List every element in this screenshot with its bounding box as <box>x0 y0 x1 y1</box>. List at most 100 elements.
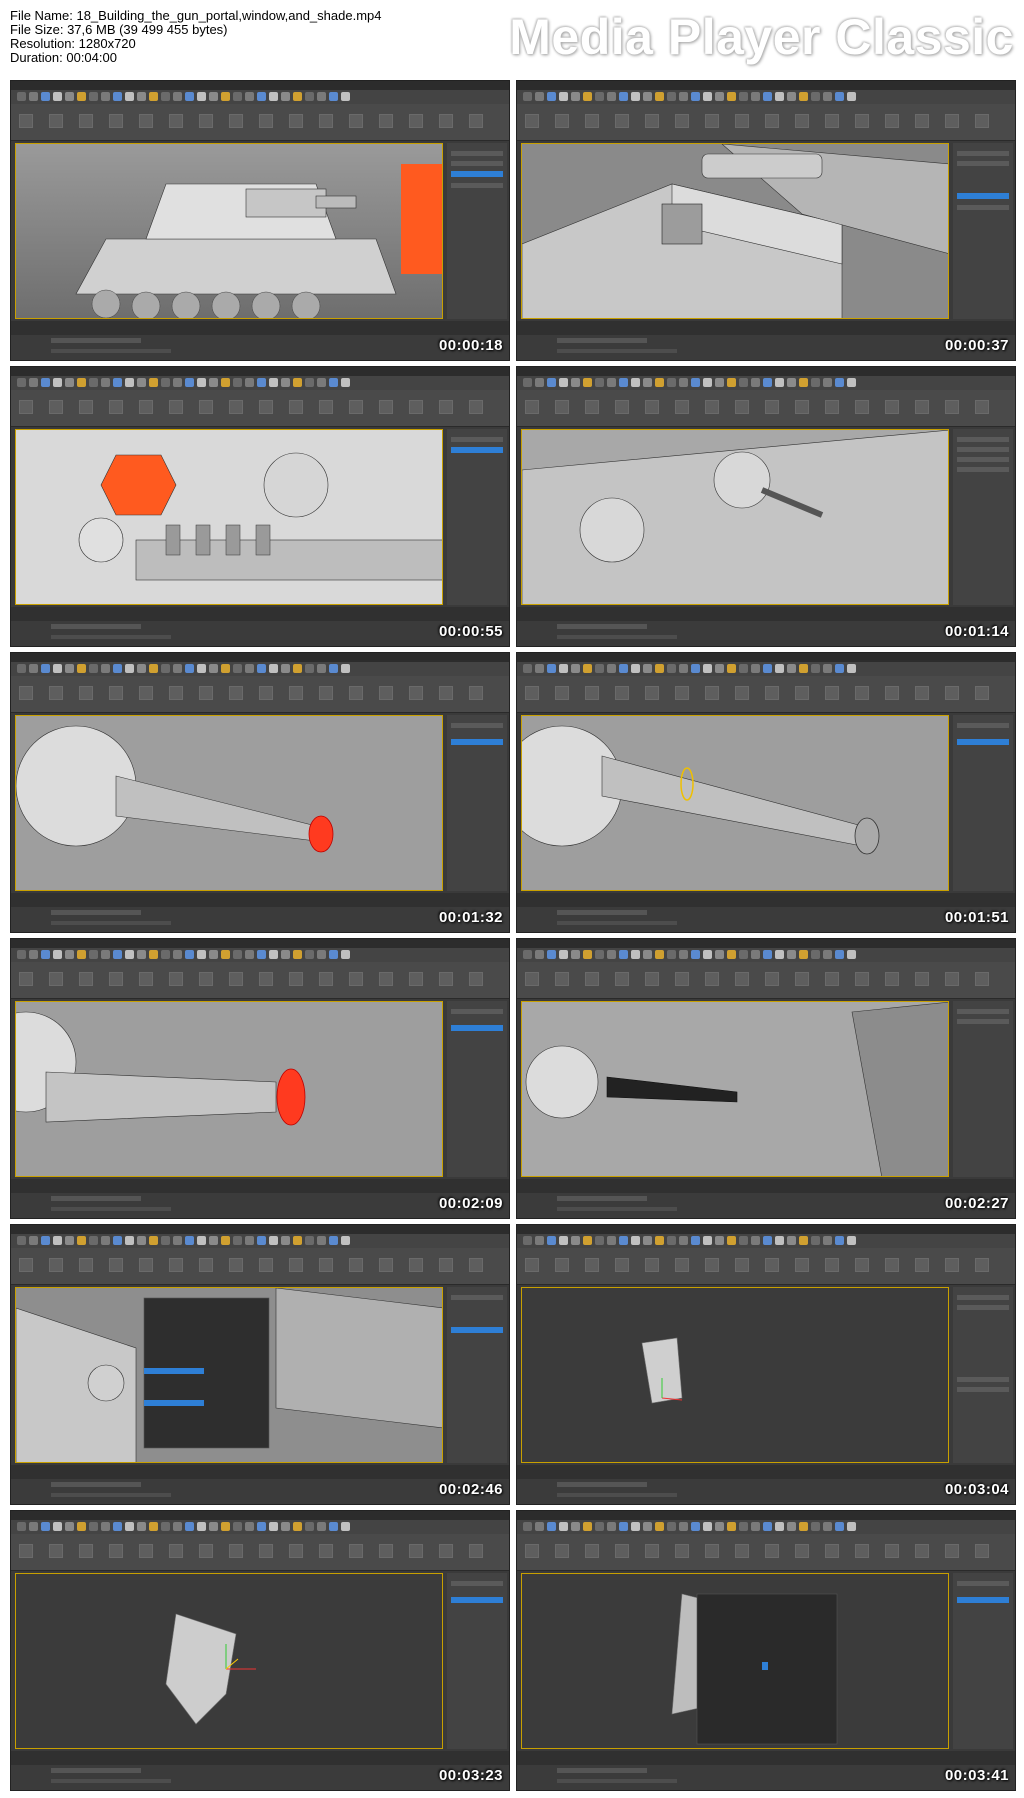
ribbon-tool-icon[interactable] <box>915 400 929 414</box>
toolbar-icon[interactable] <box>341 92 350 101</box>
toolbar-icon[interactable] <box>787 664 796 673</box>
toolbar-icon[interactable] <box>679 664 688 673</box>
ribbon-tool-icon[interactable] <box>945 400 959 414</box>
ribbon-tool-icon[interactable] <box>229 400 243 414</box>
toolbar-icon[interactable] <box>149 664 158 673</box>
time-slider[interactable] <box>11 607 509 621</box>
ribbon-tool-icon[interactable] <box>885 686 899 700</box>
ribbon-tool-icon[interactable] <box>409 1258 423 1272</box>
toolbar-icon[interactable] <box>679 950 688 959</box>
toolbar-icon[interactable] <box>823 1522 832 1531</box>
ribbon-tool-icon[interactable] <box>825 1258 839 1272</box>
toolbar-icon[interactable] <box>161 664 170 673</box>
toolbar-icon[interactable] <box>775 664 784 673</box>
toolbar-icon[interactable] <box>101 378 110 387</box>
toolbar-icon[interactable] <box>523 92 532 101</box>
toolbar-icon[interactable] <box>149 378 158 387</box>
toolbar-icon[interactable] <box>41 1522 50 1531</box>
ribbon-tool-icon[interactable] <box>139 1544 153 1558</box>
ribbon-tool-icon[interactable] <box>825 972 839 986</box>
toolbar-icon[interactable] <box>89 664 98 673</box>
ribbon-tool-icon[interactable] <box>349 686 363 700</box>
toolbar-icon[interactable] <box>811 950 820 959</box>
ribbon-tool-icon[interactable] <box>825 114 839 128</box>
toolbar-icon[interactable] <box>607 1236 616 1245</box>
toolbar-icon[interactable] <box>547 664 556 673</box>
ribbon-tool-icon[interactable] <box>795 1544 809 1558</box>
thumbnail-2[interactable]: 00:00:37 <box>516 80 1016 361</box>
toolbar-icon[interactable] <box>221 664 230 673</box>
toolbar-icon[interactable] <box>137 664 146 673</box>
toolbar-icon[interactable] <box>847 950 856 959</box>
ribbon-tool-icon[interactable] <box>735 686 749 700</box>
viewport[interactable] <box>15 1573 443 1749</box>
ribbon-tool-icon[interactable] <box>765 400 779 414</box>
ribbon-tool-icon[interactable] <box>229 1544 243 1558</box>
ribbon-tool-icon[interactable] <box>319 972 333 986</box>
ribbon-tool-icon[interactable] <box>319 686 333 700</box>
toolbar-icon[interactable] <box>293 1522 302 1531</box>
toolbar-icon[interactable] <box>799 950 808 959</box>
ribbon-tool-icon[interactable] <box>169 400 183 414</box>
toolbar-icon[interactable] <box>523 664 532 673</box>
ribbon-tool-icon[interactable] <box>19 972 33 986</box>
command-panel[interactable] <box>953 143 1013 319</box>
ribbon-tool-icon[interactable] <box>19 400 33 414</box>
ribbon-tool-icon[interactable] <box>945 972 959 986</box>
toolbar-icon[interactable] <box>281 664 290 673</box>
ribbon-tool-icon[interactable] <box>49 1258 63 1272</box>
toolbar-icon[interactable] <box>65 378 74 387</box>
toolbar-icon[interactable] <box>233 1236 242 1245</box>
ribbon-tool-icon[interactable] <box>885 1258 899 1272</box>
ribbon-tool-icon[interactable] <box>735 400 749 414</box>
toolbar-icon[interactable] <box>583 1522 592 1531</box>
toolbar-icon[interactable] <box>317 92 326 101</box>
toolbar-icon[interactable] <box>125 92 134 101</box>
thumbnail-4[interactable]: 00:01:14 <box>516 366 1016 647</box>
ribbon-tool-icon[interactable] <box>19 1258 33 1272</box>
toolbar-icon[interactable] <box>643 1236 652 1245</box>
ribbon-tool-icon[interactable] <box>379 400 393 414</box>
ribbon-tool-icon[interactable] <box>49 972 63 986</box>
toolbar-icon[interactable] <box>607 92 616 101</box>
toolbar-icon[interactable] <box>751 92 760 101</box>
ribbon-tool-icon[interactable] <box>975 686 989 700</box>
ribbon-tool-icon[interactable] <box>795 114 809 128</box>
toolbar-icon[interactable] <box>41 1236 50 1245</box>
viewport[interactable] <box>15 1287 443 1463</box>
toolbar-icon[interactable] <box>233 1522 242 1531</box>
ribbon-tool-icon[interactable] <box>109 1544 123 1558</box>
toolbar-icon[interactable] <box>245 950 254 959</box>
toolbar-icon[interactable] <box>595 378 604 387</box>
ribbon-tool-icon[interactable] <box>735 1544 749 1558</box>
toolbar-icon[interactable] <box>77 664 86 673</box>
toolbar-icon[interactable] <box>763 950 772 959</box>
toolbar-icon[interactable] <box>281 378 290 387</box>
toolbar-icon[interactable] <box>293 664 302 673</box>
toolbar-icon[interactable] <box>691 950 700 959</box>
ribbon-tool-icon[interactable] <box>379 1258 393 1272</box>
toolbar-icon[interactable] <box>221 1236 230 1245</box>
toolbar-icon[interactable] <box>53 92 62 101</box>
toolbar-icon[interactable] <box>655 378 664 387</box>
ribbon-tool-icon[interactable] <box>825 1544 839 1558</box>
toolbar-icon[interactable] <box>691 1236 700 1245</box>
toolbar-icon[interactable] <box>655 950 664 959</box>
toolbar-icon[interactable] <box>811 378 820 387</box>
ribbon-tool-icon[interactable] <box>349 1544 363 1558</box>
toolbar-icon[interactable] <box>559 664 568 673</box>
toolbar-icon[interactable] <box>739 92 748 101</box>
toolbar-icon[interactable] <box>679 1522 688 1531</box>
toolbar-icon[interactable] <box>703 378 712 387</box>
ribbon-tool-icon[interactable] <box>525 686 539 700</box>
toolbar-icon[interactable] <box>619 378 628 387</box>
toolbar-icon[interactable] <box>751 1522 760 1531</box>
ribbon-tool-icon[interactable] <box>139 686 153 700</box>
toolbar-icon[interactable] <box>631 378 640 387</box>
ribbon-tool-icon[interactable] <box>915 114 929 128</box>
toolbar-icon[interactable] <box>257 950 266 959</box>
ribbon-tool-icon[interactable] <box>439 686 453 700</box>
toolbar-icon[interactable] <box>209 950 218 959</box>
toolbar-icon[interactable] <box>619 664 628 673</box>
toolbar-icon[interactable] <box>161 1236 170 1245</box>
